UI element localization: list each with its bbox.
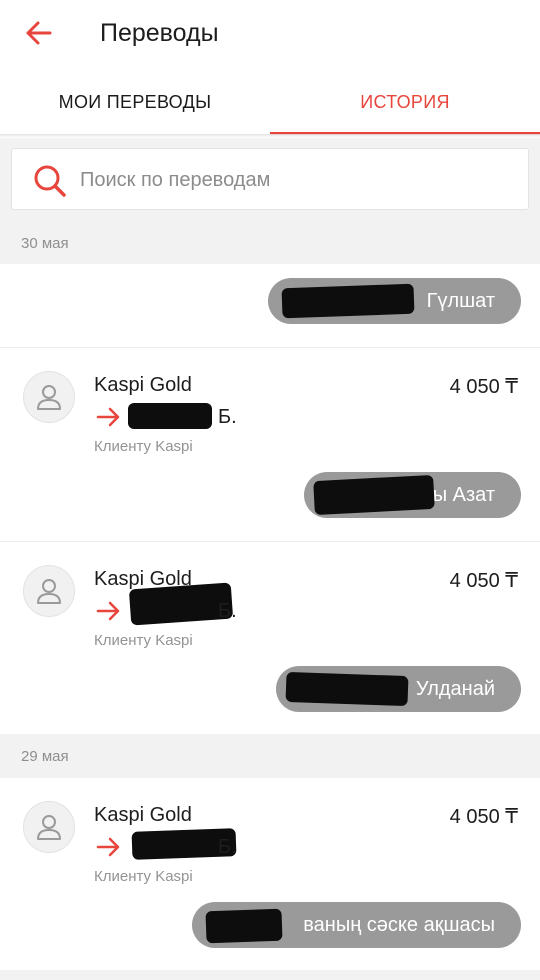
list-end-spacer (0, 970, 540, 980)
user-icon (37, 815, 61, 840)
arrow-right-icon (96, 837, 120, 857)
redaction-mark (313, 474, 435, 516)
list-item[interactable]: Kaspi Gold 4 050 ₸ Б. Клиенту Kaspi ы Аз… (0, 348, 540, 541)
comment-bubble: Гүлшат (268, 278, 521, 324)
redaction-mark (128, 403, 212, 429)
top-bar: Переводы (0, 0, 540, 68)
tab-bar: МОИ ПЕРЕВОДЫ ИСТОРИЯ (0, 68, 540, 136)
comment-bubble: ы Азат (304, 472, 521, 518)
arrow-right-icon (96, 407, 120, 427)
search-icon (34, 165, 66, 197)
redaction-mark (281, 283, 415, 319)
back-button[interactable] (22, 18, 56, 48)
source-account: Kaspi Gold (94, 804, 192, 826)
redaction-mark (285, 671, 409, 707)
transfer-amount: 4 050 ₸ (449, 376, 518, 398)
avatar (23, 371, 75, 423)
transfer-subtitle: Клиенту Kaspi (94, 868, 193, 885)
avatar (23, 801, 75, 853)
comment-text: ы Азат (432, 483, 495, 506)
comment-text: ваның сәске ақшасы (303, 913, 495, 936)
page-title: Переводы (100, 19, 219, 47)
tab-my-transfers[interactable]: МОИ ПЕРЕВОДЫ (0, 68, 270, 136)
arrow-left-icon (26, 21, 52, 45)
recipient-name: Б. (218, 406, 237, 428)
redaction-mark (205, 908, 283, 944)
search-area (0, 138, 540, 222)
date-header: 29 мая (0, 734, 540, 778)
list-item[interactable]: Гүлшат (0, 264, 540, 348)
comment-text: Улданай (415, 677, 495, 700)
comment-bubble: Улданай (276, 666, 521, 712)
user-icon (37, 385, 61, 410)
transfer-subtitle: Клиенту Kaspi (94, 632, 193, 649)
transfer-amount: 4 050 ₸ (449, 806, 518, 828)
list-item[interactable]: Kaspi Gold 4 050 ₸ Б. Клиенту Kaspi ваны… (0, 778, 540, 970)
search-box[interactable] (11, 148, 529, 210)
search-input[interactable] (80, 163, 500, 197)
list-item[interactable]: Kaspi Gold 4 050 ₸ Б. Клиенту Kaspi Улда… (0, 542, 540, 734)
date-header: 30 мая (0, 222, 540, 264)
user-icon (37, 579, 61, 604)
recipient-name: Б. (218, 836, 237, 858)
recipient-name: Б. (218, 600, 237, 622)
arrow-right-icon (96, 601, 120, 621)
comment-text: Гүлшат (426, 289, 495, 312)
comment-bubble: ваның сәске ақшасы (192, 902, 521, 948)
transfer-amount: 4 050 ₸ (449, 570, 518, 592)
avatar (23, 565, 75, 617)
transfer-subtitle: Клиенту Kaspi (94, 438, 193, 455)
tab-history[interactable]: ИСТОРИЯ (270, 68, 540, 136)
source-account: Kaspi Gold (94, 374, 192, 396)
